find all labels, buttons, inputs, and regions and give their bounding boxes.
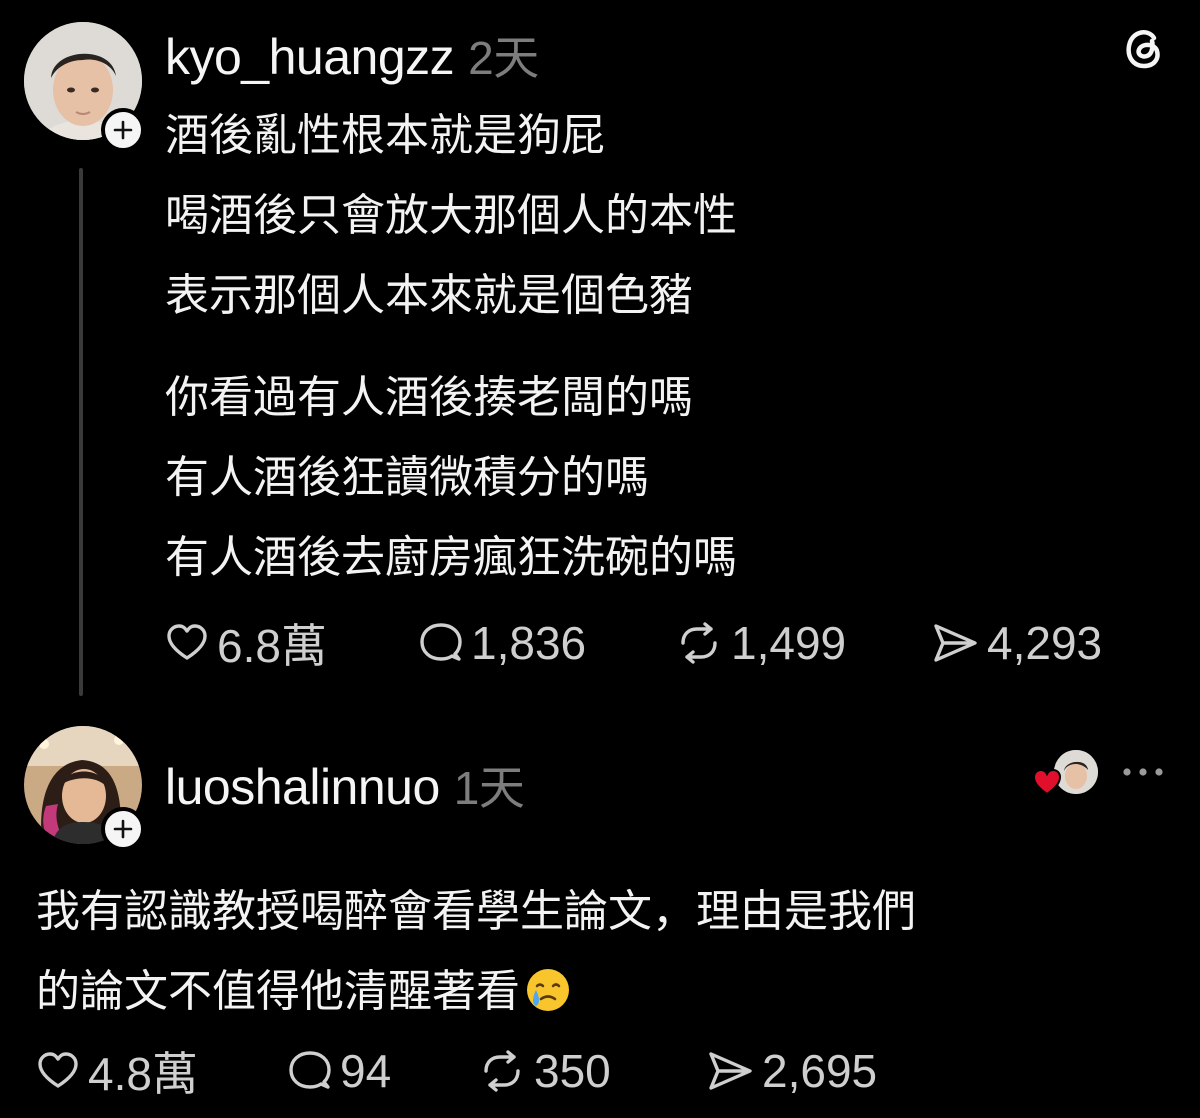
- post-line: 喝酒後只會放大那個人的本性: [165, 190, 737, 241]
- post-line: 有人酒後去廚房瘋狂洗碗的嗎: [165, 532, 737, 583]
- author-liked-indicator: [1032, 748, 1098, 796]
- plus-icon: [113, 120, 133, 140]
- reply-body: 我有認識教授喝醉會看學生論文，理由是我們 的論文不值得他清醒著看: [36, 872, 916, 1032]
- send-icon: [934, 624, 977, 662]
- repost-icon: [681, 622, 717, 664]
- reply-username[interactable]: luoshalinnuo: [165, 759, 440, 815]
- post-line: 有人酒後狂讀微積分的嗎: [165, 452, 649, 503]
- reply-comment-button[interactable]: 94: [288, 1044, 478, 1098]
- like-button[interactable]: 6.8萬: [165, 610, 419, 676]
- crying-face-emoji: [527, 969, 569, 1011]
- post-username[interactable]: kyo_huangzz: [165, 29, 455, 85]
- reply-comment-count: 94: [340, 1045, 392, 1097]
- reply-time: 1天: [453, 762, 525, 814]
- post-line: 酒後亂性根本就是狗屁: [165, 110, 605, 161]
- share-count: 4,293: [987, 617, 1103, 669]
- post-line: 表示那個人本來就是個色豬: [165, 270, 693, 321]
- send-icon: [709, 1052, 752, 1090]
- post-line: 你看過有人酒後揍老闆的嗎: [165, 372, 693, 423]
- comment-button[interactable]: 1,836: [419, 616, 675, 670]
- reply-line: 的論文不值得他清醒著看: [36, 952, 916, 1032]
- reply-author-header: luoshalinnuo 1天: [165, 752, 525, 818]
- reply-line-text: 的論文不值得他清醒著看: [36, 966, 520, 1017]
- threads-logo-icon[interactable]: [1118, 22, 1168, 72]
- post-time: 2天: [468, 32, 539, 84]
- follow-reply-author-button[interactable]: [101, 807, 145, 851]
- post-body: 酒後亂性根本就是狗屁 喝酒後只會放大那個人的本性 表示那個人本來就是個色豬 你看…: [165, 96, 737, 598]
- follow-author-button[interactable]: [101, 108, 145, 152]
- reply-actions: 4.8萬 94 350 2,695: [36, 1041, 877, 1101]
- post-author-header: kyo_huangzz 2天: [165, 22, 539, 88]
- comment-bubble-icon: [289, 1051, 331, 1089]
- repost-button[interactable]: 1,499: [675, 616, 931, 670]
- red-heart-icon: [1032, 768, 1062, 796]
- heart-icon: [38, 1052, 78, 1088]
- plus-icon: [113, 819, 133, 839]
- reply-share-button[interactable]: 2,695: [706, 1044, 877, 1098]
- heart-icon: [167, 624, 207, 660]
- comment-count: 1,836: [471, 617, 587, 669]
- reply-like-count: 4.8萬: [88, 1048, 198, 1100]
- repost-count: 1,499: [731, 617, 847, 669]
- share-button[interactable]: 4,293: [931, 616, 1102, 670]
- more-dots-icon[interactable]: [1120, 764, 1166, 778]
- post-actions: 6.8萬 1,836 1,499 4,293: [165, 613, 1102, 673]
- reply-repost-count: 350: [534, 1045, 611, 1097]
- like-count: 6.8萬: [217, 620, 327, 672]
- reply-like-button[interactable]: 4.8萬: [36, 1038, 288, 1104]
- reply-share-count: 2,695: [762, 1045, 878, 1097]
- comment-bubble-icon: [420, 623, 462, 661]
- reply-repost-button[interactable]: 350: [478, 1044, 706, 1098]
- reply-line: 我有認識教授喝醉會看學生論文，理由是我們: [36, 886, 916, 937]
- thread-connector-line: [79, 168, 83, 696]
- repost-icon: [484, 1050, 520, 1092]
